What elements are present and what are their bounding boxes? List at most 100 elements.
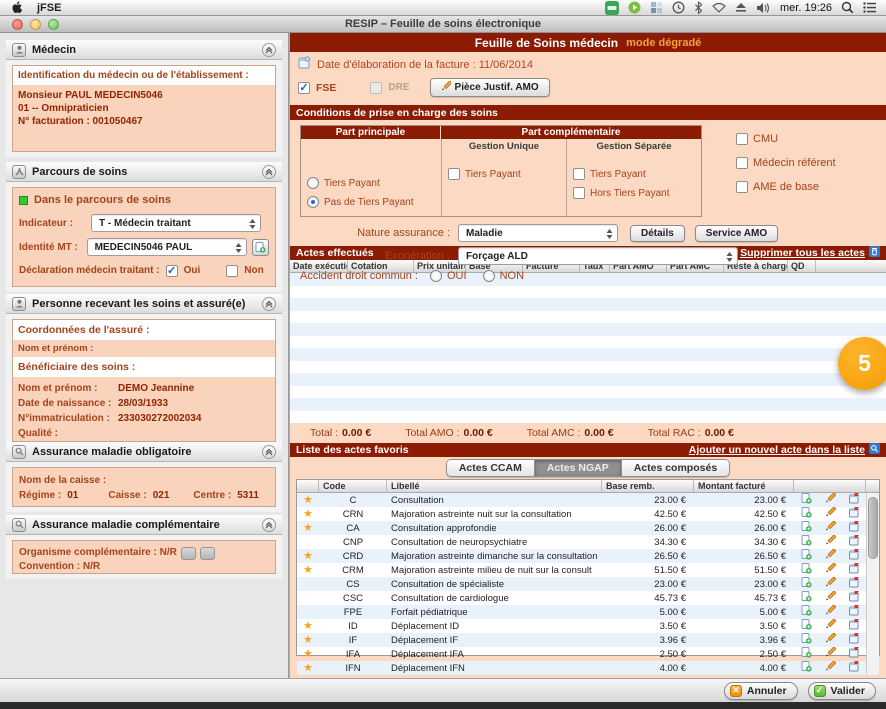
col-code[interactable]: Code [319, 480, 387, 492]
favorite-star-icon[interactable]: ★ [297, 663, 319, 673]
details-button[interactable]: Détails [630, 225, 685, 242]
collapse-amc-button[interactable] [262, 518, 276, 532]
menubar-app-name[interactable]: jFSE [37, 2, 61, 14]
amc-lookup-button[interactable] [181, 547, 196, 560]
calendar-act-icon[interactable] [842, 647, 866, 661]
cancel-button[interactable]: ✕ Annuler [724, 682, 798, 700]
col-base-remb[interactable]: Base remb. [602, 480, 694, 492]
play-status-icon[interactable] [628, 1, 641, 15]
tab-actes-ngap[interactable]: Actes NGAP [535, 460, 622, 476]
favorite-star-icon[interactable]: ★ [297, 523, 319, 533]
ame-checkbox[interactable]: ✓ [736, 181, 748, 193]
timemachine-icon[interactable] [672, 1, 685, 15]
medecin-referent-checkbox[interactable]: ✓ [736, 157, 748, 169]
favoris-scrollbar[interactable] [866, 493, 879, 675]
collapse-medecin-button[interactable] [262, 43, 276, 57]
window-titlebar[interactable]: RESIP – Feuille de soins électronique [0, 16, 886, 33]
add-act-icon[interactable] [794, 619, 818, 633]
identite-mt-select[interactable]: MEDECIN5046 PAUL [87, 238, 247, 256]
favoris-row[interactable]: ★CAConsultation approfondie26.00 €26.00 … [297, 521, 879, 535]
add-act-icon[interactable] [794, 661, 818, 675]
search-act-icon[interactable] [869, 443, 880, 457]
calendar-act-icon[interactable] [842, 577, 866, 591]
calendar-act-icon[interactable] [842, 549, 866, 563]
add-act-icon[interactable] [794, 563, 818, 577]
add-act-icon[interactable] [794, 591, 818, 605]
edit-act-icon[interactable] [818, 577, 842, 591]
cmu-checkbox[interactable]: ✓ [736, 133, 748, 145]
favorite-star-icon[interactable]: ★ [297, 635, 319, 645]
add-act-icon[interactable] [794, 577, 818, 591]
spotlight-icon[interactable] [841, 1, 854, 15]
calendar-act-icon[interactable] [842, 633, 866, 647]
edit-act-icon[interactable] [818, 661, 842, 675]
favoris-row[interactable]: CSCConsultation de cardiologue45.73 €45.… [297, 591, 879, 605]
favorite-star-icon[interactable]: ★ [297, 649, 319, 659]
edit-act-icon[interactable] [818, 633, 842, 647]
edit-act-icon[interactable] [818, 521, 842, 535]
edit-act-icon[interactable] [818, 535, 842, 549]
menubar-clock[interactable]: mer. 19:26 [780, 2, 832, 14]
gs-tiers-payant-checkbox[interactable]: ✓ [573, 168, 585, 180]
favorite-star-icon[interactable]: ★ [297, 495, 319, 505]
notification-list-icon[interactable] [863, 1, 876, 15]
edit-act-icon[interactable] [818, 549, 842, 563]
tab-actes-ccam[interactable]: Actes CCAM [447, 460, 535, 476]
bluetooth-icon[interactable] [694, 1, 703, 15]
collapse-parcours-button[interactable] [262, 165, 276, 179]
calendar-act-icon[interactable] [842, 535, 866, 549]
favoris-scrollbar-thumb[interactable] [868, 497, 878, 559]
favoris-row[interactable]: ★IFNDéplacement IFN4.00 €4.00 € [297, 661, 879, 675]
edit-act-icon[interactable] [818, 563, 842, 577]
apple-menu-icon[interactable] [12, 1, 23, 15]
declaration-non-checkbox[interactable]: ✓ [226, 265, 238, 277]
collapse-amo-button[interactable] [262, 445, 276, 459]
accident-oui-radio[interactable] [430, 270, 442, 282]
volume-icon[interactable] [756, 1, 771, 15]
add-act-icon[interactable] [794, 647, 818, 661]
calendar-act-icon[interactable] [842, 605, 866, 619]
calendar-act-icon[interactable] [842, 521, 866, 535]
add-act-icon[interactable] [794, 605, 818, 619]
service-amo-button[interactable]: Service AMO [695, 225, 778, 242]
declaration-oui-checkbox[interactable]: ✓ [166, 265, 178, 277]
eject-icon[interactable] [735, 1, 747, 15]
piece-justif-amo-button[interactable]: Pièce Justif. AMO [430, 78, 550, 97]
wifi-icon[interactable] [712, 1, 726, 15]
col-montant-facture[interactable]: Montant facturé [694, 480, 794, 492]
add-act-icon[interactable] [794, 535, 818, 549]
favoris-row[interactable]: ★CRMMajoration astreinte milieu de nuit … [297, 563, 879, 577]
add-act-icon[interactable] [794, 549, 818, 563]
pas-tiers-payant-radio[interactable] [307, 196, 319, 208]
add-mt-button[interactable] [252, 239, 269, 256]
favorite-star-icon[interactable]: ★ [297, 621, 319, 631]
add-act-icon[interactable] [794, 507, 818, 521]
favoris-row[interactable]: CSConsultation de spécialiste23.00 €23.0… [297, 577, 879, 591]
dre-checkbox[interactable]: ✓ [370, 82, 382, 94]
favoris-row[interactable]: FPEForfait pédiatrique5.00 €5.00 € [297, 605, 879, 619]
collapse-personne-button[interactable] [262, 297, 276, 311]
calendar-act-icon[interactable] [842, 619, 866, 633]
add-act-icon[interactable] [794, 633, 818, 647]
favoris-row[interactable]: ★CRNMajoration astreinte nuit sur la con… [297, 507, 879, 521]
edit-act-icon[interactable] [818, 493, 842, 507]
favoris-row[interactable]: ★CRDMajoration astreinte dimanche sur la… [297, 549, 879, 563]
accident-non-radio[interactable] [483, 270, 495, 282]
tiers-payant-radio[interactable] [307, 177, 319, 189]
favoris-row[interactable]: ★IDDéplacement ID3.50 €3.50 € [297, 619, 879, 633]
exoneration-select[interactable]: Forçage ALD [458, 247, 738, 265]
edit-act-icon[interactable] [818, 647, 842, 661]
calendar-act-icon[interactable] [842, 661, 866, 675]
add-act-icon[interactable] [794, 521, 818, 535]
calendar-act-icon[interactable] [842, 493, 866, 507]
edit-act-icon[interactable] [818, 619, 842, 633]
favorite-star-icon[interactable]: ★ [297, 551, 319, 561]
edit-act-icon[interactable] [818, 605, 842, 619]
nature-assurance-select[interactable]: Maladie [458, 224, 618, 242]
calendar-act-icon[interactable] [842, 507, 866, 521]
validate-button[interactable]: ✓ Valider [808, 682, 876, 700]
edit-act-icon[interactable] [818, 507, 842, 521]
amc-clear-button[interactable] [200, 547, 215, 560]
fse-checkbox[interactable]: ✓ [298, 82, 310, 94]
favoris-row[interactable]: CNPConsultation de neuropsychiatre34.30 … [297, 535, 879, 549]
